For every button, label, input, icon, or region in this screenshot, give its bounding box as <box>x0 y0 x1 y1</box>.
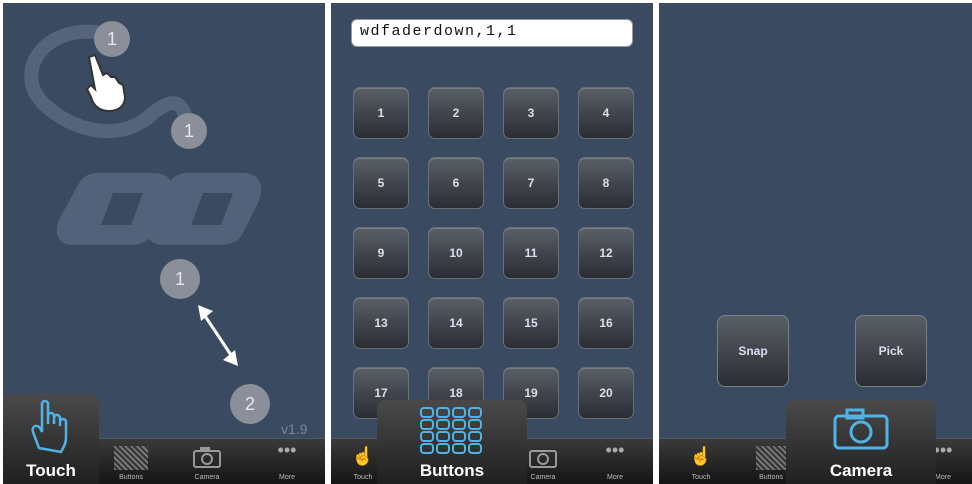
grid-button[interactable]: 16 <box>578 297 634 349</box>
tab-more[interactable]: ••• More <box>255 440 319 484</box>
grid-button[interactable]: 7 <box>503 157 559 209</box>
grid-button[interactable]: 13 <box>353 297 409 349</box>
snap-button[interactable]: Snap <box>717 315 789 387</box>
camera-icon <box>833 408 889 455</box>
double-arrow-icon <box>198 305 238 366</box>
more-dots-icon: ••• <box>277 440 297 460</box>
hand-touch-icon: ☝ <box>689 446 713 466</box>
tab-buttons[interactable]: Buttons <box>99 440 163 484</box>
grid-button[interactable]: 14 <box>428 297 484 349</box>
tab-camera[interactable]: Camera <box>786 400 936 484</box>
hand-touch-icon: ☝ <box>351 446 375 466</box>
grid-button[interactable]: 9 <box>353 227 409 279</box>
grid-button[interactable]: 2 <box>428 87 484 139</box>
touch-marker: 1 <box>171 113 207 149</box>
more-dots-icon: ••• <box>933 440 953 460</box>
pick-button[interactable]: Pick <box>855 315 927 387</box>
more-dots-icon: ••• <box>605 440 625 460</box>
grid-button[interactable]: 4 <box>578 87 634 139</box>
grid-button[interactable]: 5 <box>353 157 409 209</box>
button-grid-icon <box>756 446 786 470</box>
tab-more[interactable]: ••• More <box>583 440 647 484</box>
grid-button[interactable]: 12 <box>578 227 634 279</box>
tab-touch[interactable]: Touch <box>3 394 99 484</box>
camera-icon <box>192 446 222 473</box>
grid-button[interactable]: 15 <box>503 297 559 349</box>
camera-screen: Snap Pick ☝ Touch Buttons ••• More Camer… <box>659 3 972 484</box>
button-grid-icon <box>114 446 148 470</box>
buttons-screen: wdfaderdown,1,1 1 2 3 4 5 6 7 8 9 10 11 … <box>331 3 653 484</box>
tab-touch[interactable]: ☝ Touch <box>669 440 733 484</box>
pointing-hand-icon <box>81 53 129 118</box>
touch-marker: 2 <box>230 384 270 424</box>
command-field[interactable]: wdfaderdown,1,1 <box>351 19 633 47</box>
grid-button[interactable]: 20 <box>578 367 634 419</box>
touch-marker: 1 <box>94 21 130 57</box>
button-grid-icon <box>419 406 485 461</box>
touch-marker: 1 <box>160 259 200 299</box>
grid-button[interactable]: 3 <box>503 87 559 139</box>
touch-screen: 1 1 1 2 v1.9 Buttons Camera ••• More Tou… <box>3 3 325 484</box>
grid-button[interactable]: 8 <box>578 157 634 209</box>
version-label: v1.9 <box>281 421 308 437</box>
grid-button[interactable]: 10 <box>428 227 484 279</box>
camera-icon <box>528 446 558 473</box>
grid-button[interactable]: 6 <box>428 157 484 209</box>
loop-logo-icon <box>56 173 262 245</box>
tab-buttons[interactable]: Buttons <box>377 400 527 484</box>
tab-camera[interactable]: Camera <box>175 440 239 484</box>
grid-button[interactable]: 1 <box>353 87 409 139</box>
hand-touch-icon <box>25 398 75 461</box>
grid-button[interactable]: 11 <box>503 227 559 279</box>
